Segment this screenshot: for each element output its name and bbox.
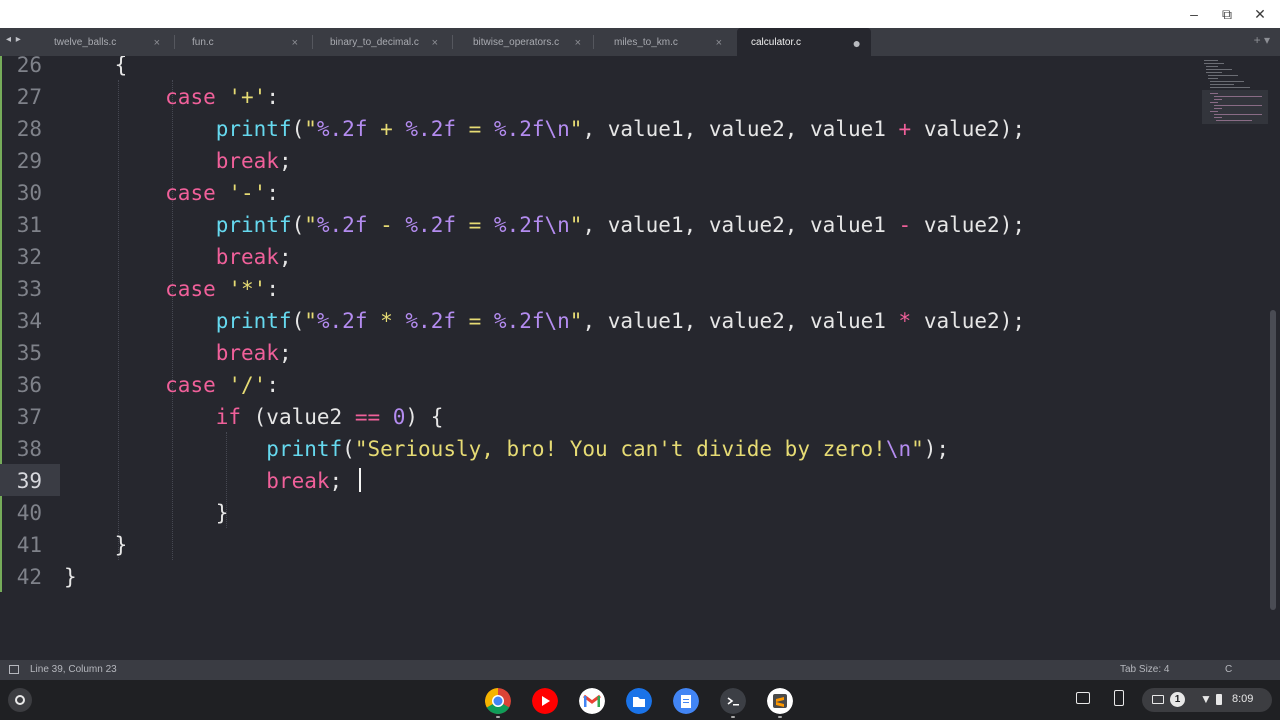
code-line[interactable]: break; (64, 145, 292, 177)
line-number: 41 (16, 533, 42, 557)
line-number: 29 (16, 149, 42, 173)
line-number: 36 (16, 373, 42, 397)
close-window-icon[interactable]: ✕ (1248, 4, 1272, 24)
quick-settings[interactable]: 1 ▼ 8:09 (1142, 688, 1272, 712)
line-number: 26 (16, 56, 42, 77)
tab-close-icon[interactable]: × (575, 28, 581, 58)
running-indicator (778, 716, 782, 718)
tab-label: binary_to_decimal.c (330, 37, 419, 48)
terminal-icon[interactable] (720, 688, 746, 714)
running-indicator (731, 716, 735, 718)
gmail-icon[interactable] (579, 688, 605, 714)
phone-hub-icon[interactable] (1114, 690, 1124, 706)
maximize-icon[interactable]: ⧉ (1215, 4, 1239, 24)
code-line[interactable]: printf("Seriously, bro! You can't divide… (64, 433, 949, 465)
tab-close-icon[interactable]: × (292, 28, 298, 58)
launcher-button[interactable] (8, 688, 32, 712)
unsaved-indicator-icon[interactable]: ● (853, 28, 861, 58)
launcher-icon (15, 695, 25, 705)
line-number: 42 (16, 565, 42, 589)
tab-label: twelve_balls.c (54, 37, 117, 48)
docs-icon[interactable] (673, 688, 699, 714)
panel-toggle-icon[interactable] (9, 665, 19, 674)
code-line[interactable]: case '+': (64, 81, 279, 113)
line-number: 35 (16, 341, 42, 365)
tab-calculator[interactable]: calculator.c ● (737, 28, 871, 56)
tab-miles-to-km[interactable]: miles_to_km.c × (600, 28, 732, 56)
line-number: 38 (16, 437, 42, 461)
files-icon[interactable] (626, 688, 652, 714)
cursor-position: Line 39, Column 23 (30, 664, 117, 675)
tab-divider (593, 35, 594, 49)
shelf: 1 ▼ 8:09 (0, 680, 1280, 720)
code-line[interactable]: printf("%.2f - %.2f = %.2f\n", value1, v… (64, 209, 1025, 241)
tab-label: bitwise_operators.c (473, 37, 560, 48)
new-tab-icon[interactable]: + ▾ (1254, 33, 1270, 47)
clock: 8:09 (1232, 693, 1254, 705)
screen-capture-icon[interactable] (1076, 692, 1090, 704)
code-editor[interactable]: 26 27 28 29 30 31 32 33 34 35 36 37 38 3… (0, 56, 1280, 660)
tab-label: miles_to_km.c (614, 37, 678, 48)
code-line[interactable]: case '*': (64, 273, 279, 305)
window-title-bar: – ⧉ ✕ (0, 0, 1280, 28)
notification-count: 1 (1170, 692, 1185, 707)
tab-bitwise-operators[interactable]: bitwise_operators.c × (459, 28, 591, 56)
tab-label: fun.c (192, 37, 214, 48)
scrollbar-thumb[interactable] (1270, 310, 1276, 610)
line-number: 30 (16, 181, 42, 205)
tab-close-icon[interactable]: × (716, 28, 722, 58)
line-number: 33 (16, 277, 42, 301)
code-line[interactable]: case '-': (64, 177, 279, 209)
line-number: 32 (16, 245, 42, 269)
line-number: 34 (16, 309, 42, 333)
tab-bar: ◂ ▸ twelve_balls.c × fun.c × binary_to_d… (0, 28, 1280, 56)
wifi-icon: ▼ (1200, 692, 1212, 706)
code-line[interactable]: if (value2 == 0) { (64, 401, 444, 433)
tab-fun[interactable]: fun.c × (178, 28, 308, 56)
code-line[interactable]: } (64, 497, 229, 529)
text-cursor (359, 468, 361, 492)
tab-divider (312, 35, 313, 49)
chrome-icon[interactable] (485, 688, 511, 714)
code-line[interactable]: case '/': (64, 369, 279, 401)
line-number: 31 (16, 213, 42, 237)
minimap[interactable] (1202, 58, 1268, 128)
code-line[interactable]: { (64, 56, 128, 81)
tab-navigation-arrows-icon[interactable]: ◂ ▸ (6, 34, 22, 45)
tab-divider (452, 35, 453, 49)
line-number: 40 (16, 501, 42, 525)
code-line-current[interactable]: break; (64, 465, 342, 497)
tab-size-setting[interactable]: Tab Size: 4 (1120, 660, 1169, 680)
code-line[interactable]: printf("%.2f + %.2f = %.2f\n", value1, v… (64, 113, 1025, 145)
tab-close-icon[interactable]: × (154, 28, 160, 58)
youtube-icon[interactable] (532, 688, 558, 714)
running-indicator (496, 716, 500, 718)
line-number-current: 39 (16, 469, 42, 493)
tab-divider (174, 35, 175, 49)
code-line[interactable]: printf("%.2f * %.2f = %.2f\n", value1, v… (64, 305, 1025, 337)
line-number: 37 (16, 405, 42, 429)
status-bar: Line 39, Column 23 Tab Size: 4 C (0, 660, 1280, 680)
code-line[interactable]: break; (64, 241, 292, 273)
tab-label: calculator.c (751, 37, 802, 48)
code-line[interactable]: } (64, 561, 77, 593)
tab-binary-to-decimal[interactable]: binary_to_decimal.c × (316, 28, 448, 56)
syntax-setting[interactable]: C (1225, 660, 1232, 680)
code-line[interactable]: } (64, 529, 128, 561)
message-icon (1152, 695, 1164, 704)
battery-icon (1216, 694, 1222, 705)
line-number: 28 (16, 117, 42, 141)
tab-twelve-balls[interactable]: twelve_balls.c × (40, 28, 170, 56)
line-number: 27 (16, 85, 42, 109)
minimize-icon[interactable]: – (1182, 4, 1206, 24)
code-line[interactable]: break; (64, 337, 292, 369)
sublime-text-icon[interactable] (767, 688, 793, 714)
tab-close-icon[interactable]: × (432, 28, 438, 58)
